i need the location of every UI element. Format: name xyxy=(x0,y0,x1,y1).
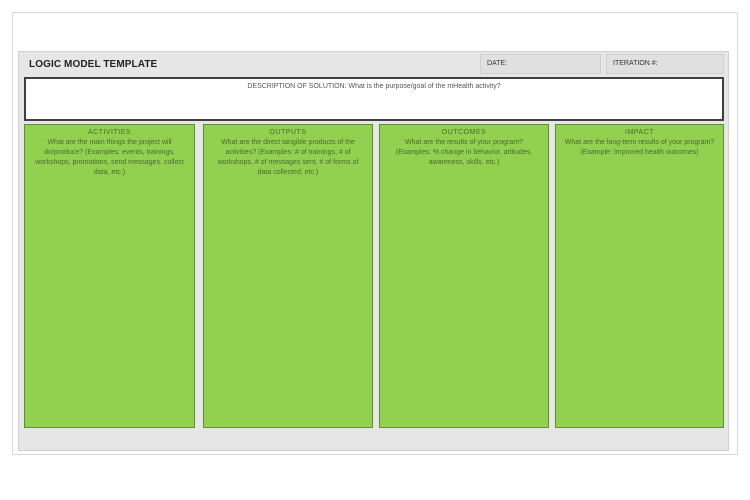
activities-column[interactable]: ACTIVITIES What are the main things the … xyxy=(24,124,195,428)
logic-model-sheet: LOGIC MODEL TEMPLATE DATE: ITERATION #: … xyxy=(18,51,729,451)
document-frame: LOGIC MODEL TEMPLATE DATE: ITERATION #: … xyxy=(12,12,738,455)
outputs-column[interactable]: OUTPUTS What are the direct tangible pro… xyxy=(203,124,373,428)
impact-column[interactable]: IMPACT What are the long-term results of… xyxy=(555,124,724,428)
outputs-prompt: What are the direct tangible products of… xyxy=(217,139,359,176)
logic-model-columns: ACTIVITIES What are the main things the … xyxy=(24,124,724,428)
activities-heading: ACTIVITIES xyxy=(87,129,132,136)
description-of-solution-box[interactable]: DESCRIPTION OF SOLUTION: What is the pur… xyxy=(24,77,724,121)
outcomes-heading: OUTCOMES xyxy=(441,129,487,136)
impact-prompt: What are the long-term results of your p… xyxy=(564,139,715,156)
description-prompt: DESCRIPTION OF SOLUTION: What is the pur… xyxy=(247,83,501,90)
outcomes-prompt: What are the results of your program? (E… xyxy=(395,139,533,166)
template-title: LOGIC MODEL TEMPLATE xyxy=(29,59,158,70)
outcomes-column[interactable]: OUTCOMES What are the results of your pr… xyxy=(379,124,549,428)
impact-heading: IMPACT xyxy=(625,129,654,136)
iteration-label: ITERATION #: xyxy=(613,60,658,67)
iteration-field[interactable]: ITERATION #: xyxy=(606,54,724,74)
outputs-heading: OUTPUTS xyxy=(269,129,307,136)
date-label: DATE: xyxy=(487,60,508,67)
activities-prompt: What are the main things the project wil… xyxy=(35,139,184,176)
date-field[interactable]: DATE: xyxy=(480,54,601,74)
